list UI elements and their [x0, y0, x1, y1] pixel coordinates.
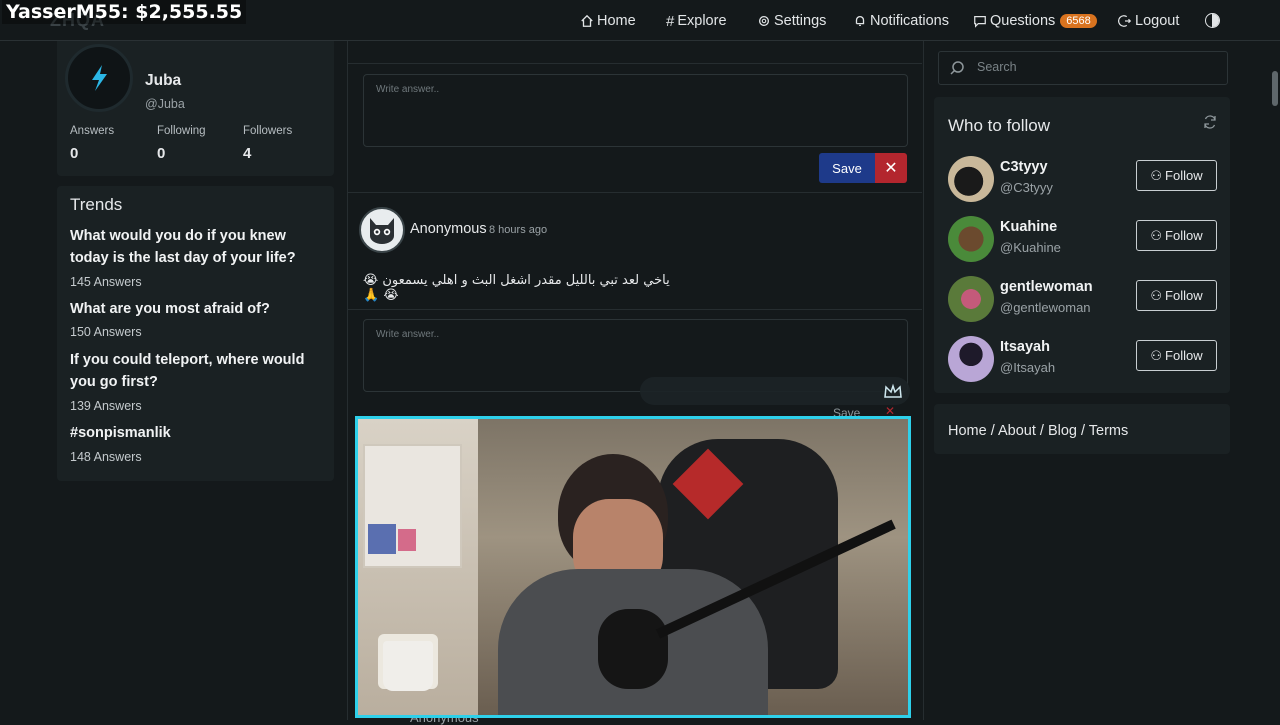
- user-handle: @Kuahine: [1000, 240, 1061, 255]
- add-user-icon: ⚇: [1150, 227, 1163, 243]
- follow-button[interactable]: ⚇ Follow: [1136, 220, 1217, 251]
- nav-logout[interactable]: Logout: [1118, 11, 1179, 31]
- user-name[interactable]: C3tyyy: [1000, 159, 1048, 175]
- nav-home[interactable]: Home: [580, 11, 636, 31]
- nav-notifications-label: Notifications: [870, 13, 949, 29]
- user-avatar[interactable]: [948, 336, 994, 382]
- cat-face-icon: [370, 218, 394, 244]
- feed-divider: [348, 192, 922, 193]
- user-avatar[interactable]: [948, 156, 994, 202]
- answer-placeholder: Write answer..: [376, 84, 440, 95]
- user-avatar[interactable]: [948, 276, 994, 322]
- trend-question[interactable]: What are you most afraid of?: [70, 298, 325, 320]
- chat-icon: [974, 16, 986, 28]
- add-user-icon: ⚇: [1150, 347, 1163, 363]
- nav-notifications[interactable]: Notifications: [853, 11, 949, 31]
- trend-answer-count: 139 Answers: [70, 399, 142, 413]
- follow-label: Follow: [1165, 288, 1203, 303]
- footer-links[interactable]: Home / About / Blog / Terms: [948, 423, 1128, 439]
- follow-button[interactable]: ⚇ Follow: [1136, 280, 1217, 311]
- stat-answers-value: 0: [70, 145, 79, 162]
- trend-answer-count: 148 Answers: [70, 450, 142, 464]
- page-scrollbar[interactable]: [1270, 41, 1280, 720]
- add-user-icon: ⚇: [1150, 167, 1163, 183]
- trends-title: Trends: [70, 195, 123, 214]
- search-input[interactable]: Search: [938, 51, 1228, 85]
- profile-handle: @Juba: [145, 97, 185, 111]
- follow-label: Follow: [1165, 348, 1203, 363]
- save-button[interactable]: Save: [819, 153, 875, 183]
- nav-questions-label: Questions: [990, 13, 1056, 29]
- who-to-follow-title: Who to follow: [948, 116, 1051, 135]
- hash-icon: #: [666, 12, 675, 30]
- user-name[interactable]: Itsayah: [1000, 339, 1050, 355]
- anonymous-avatar[interactable]: [359, 207, 405, 253]
- user-handle: @C3tyyy: [1000, 180, 1053, 195]
- question-text: ياخي لعد تبي بالليل مقدر اشغل البث و اهل…: [363, 273, 670, 303]
- stat-following-value: 0: [157, 145, 166, 162]
- follow-button[interactable]: ⚇ Follow: [1136, 160, 1217, 191]
- question-author[interactable]: Anonymous: [410, 221, 487, 237]
- cancel-button[interactable]: ✕: [875, 153, 907, 183]
- follow-label: Follow: [1165, 168, 1203, 183]
- trend-question[interactable]: If you could teleport, where would you g…: [70, 349, 325, 393]
- user-handle: @Itsayah: [1000, 360, 1056, 375]
- stat-followers-value: 4: [243, 145, 252, 162]
- bell-icon: [855, 15, 865, 27]
- feed-divider: [348, 63, 922, 64]
- crown-icon: [883, 383, 903, 399]
- profile-avatar[interactable]: [65, 44, 133, 112]
- stat-following-label: Following: [157, 125, 206, 137]
- nav-explore-label: Explore: [677, 13, 727, 29]
- stream-overlay-bar: [640, 377, 910, 405]
- nav-settings-label: Settings: [774, 13, 827, 29]
- refresh-icon[interactable]: [1203, 115, 1217, 129]
- theme-toggle-icon[interactable]: [1205, 13, 1220, 28]
- logout-icon: [1118, 15, 1132, 27]
- search-icon: [950, 61, 964, 75]
- nav-home-label: Home: [597, 13, 636, 29]
- profile-name[interactable]: Juba: [145, 72, 181, 90]
- nav-explore[interactable]: # Explore: [666, 11, 727, 31]
- stream-donation-overlay: YasserM55: $2,555.55: [2, 0, 247, 24]
- trend-question[interactable]: #sonpismanlik: [70, 422, 325, 444]
- nav-settings[interactable]: Settings: [757, 11, 826, 31]
- trend-question[interactable]: What would you do if you knew today is t…: [70, 225, 325, 269]
- follow-button[interactable]: ⚇ Follow: [1136, 340, 1217, 371]
- stat-answers-label: Answers: [70, 125, 115, 137]
- trend-answer-count: 145 Answers: [70, 275, 142, 289]
- follow-label: Follow: [1165, 228, 1203, 243]
- lightning-logo-icon: [92, 65, 107, 91]
- trend-answer-count: 150 Answers: [70, 325, 142, 339]
- user-name[interactable]: Kuahine: [1000, 219, 1057, 235]
- user-avatar[interactable]: [948, 216, 994, 262]
- question-timestamp: 8 hours ago: [489, 224, 548, 236]
- user-handle: @gentlewoman: [1000, 300, 1091, 315]
- search-placeholder: Search: [977, 60, 1017, 74]
- home-icon: [581, 14, 593, 27]
- nav-questions[interactable]: Questions 6568: [973, 11, 1097, 31]
- nav-logout-label: Logout: [1135, 13, 1180, 29]
- answer-placeholder: Write answer..: [376, 329, 440, 340]
- add-user-icon: ⚇: [1150, 287, 1163, 303]
- feed-divider: [348, 309, 922, 310]
- gear-icon: [758, 15, 770, 27]
- webcam-overlay: [355, 416, 911, 718]
- questions-count-badge: 6568: [1060, 14, 1097, 28]
- stat-followers-label: Followers: [243, 125, 293, 137]
- user-name[interactable]: gentlewoman: [1000, 279, 1093, 295]
- answer-textarea[interactable]: Write answer..: [363, 74, 908, 147]
- scrollbar-thumb[interactable]: [1272, 71, 1278, 106]
